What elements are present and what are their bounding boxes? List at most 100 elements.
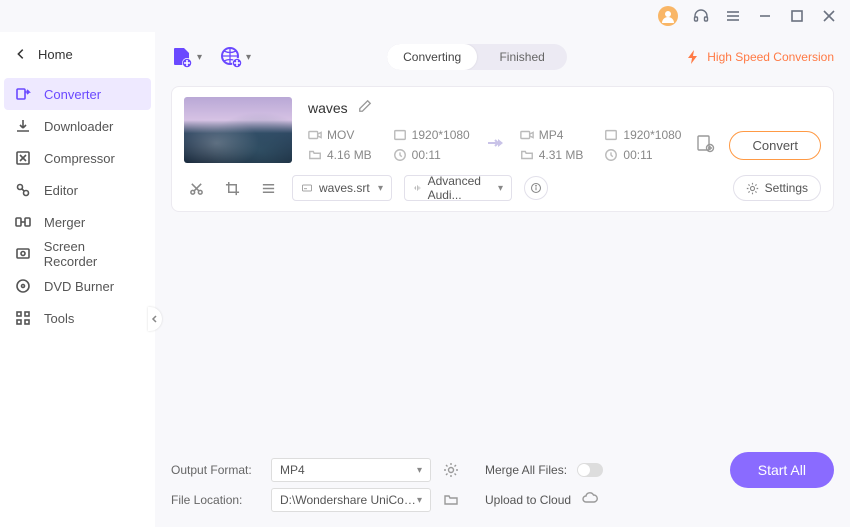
settings-button[interactable]: Settings — [733, 175, 821, 201]
preset-icon[interactable] — [695, 133, 715, 158]
minimize-icon[interactable] — [756, 7, 774, 25]
screen-recorder-icon — [14, 245, 32, 263]
sidebar-item-label: Downloader — [44, 119, 113, 134]
open-folder-icon[interactable] — [441, 492, 461, 508]
file-location-select[interactable]: D:\Wondershare UniConverter 1 ▾ — [271, 488, 431, 512]
downloader-icon — [14, 117, 32, 135]
merge-toggle[interactable] — [577, 463, 603, 477]
output-preset-icon[interactable] — [441, 462, 461, 478]
add-url-button[interactable]: ▾ — [220, 46, 251, 68]
info-icon[interactable] — [524, 176, 548, 200]
tab-switch: Converting Finished — [387, 44, 567, 70]
file-location-label: File Location: — [171, 493, 261, 507]
titlebar — [0, 0, 850, 32]
sidebar-item-dvd-burner[interactable]: DVD Burner — [0, 270, 155, 302]
high-speed-label: High Speed Conversion — [707, 50, 834, 64]
clock-icon — [604, 148, 618, 162]
close-icon[interactable] — [820, 7, 838, 25]
sidebar-item-compressor[interactable]: Compressor — [0, 142, 155, 174]
resolution-icon — [393, 128, 407, 142]
chevron-down-icon: ▾ — [417, 465, 422, 476]
subtitle-value: waves.srt — [319, 181, 370, 195]
dst-resolution: 1920*1080 — [604, 125, 681, 145]
chevron-down-icon: ▾ — [246, 52, 251, 63]
bottom-bar: Output Format: MP4 ▾ Merge All Files: St… — [171, 445, 834, 515]
cloud-icon[interactable] — [581, 490, 599, 511]
sidebar: Home Converter Downloader Compressor Edi… — [0, 32, 155, 527]
upload-cloud-label: Upload to Cloud — [485, 493, 571, 507]
chevron-down-icon: ▾ — [417, 495, 422, 506]
dvd-burner-icon — [14, 277, 32, 295]
video-icon — [520, 128, 534, 142]
audio-dropdown[interactable]: Advanced Audi... ▾ — [404, 175, 512, 201]
hamburger-icon[interactable] — [724, 7, 742, 25]
edit-name-icon[interactable] — [358, 99, 372, 118]
avatar-icon[interactable] — [658, 6, 678, 26]
sidebar-item-tools[interactable]: Tools — [0, 302, 155, 334]
arrow-right-icon — [484, 132, 506, 159]
sidebar-item-label: Editor — [44, 183, 78, 198]
tools-icon — [14, 309, 32, 327]
file-name: waves — [308, 100, 348, 116]
sidebar-item-downloader[interactable]: Downloader — [0, 110, 155, 142]
merge-label: Merge All Files: — [485, 463, 567, 477]
dst-duration: 00:11 — [604, 145, 681, 165]
output-format-label: Output Format: — [171, 463, 261, 477]
add-file-icon — [171, 46, 193, 68]
merger-icon — [14, 213, 32, 231]
dst-size: 4.31 MB — [520, 145, 591, 165]
file-card: waves MOV 1920*1080 MP4 — [171, 86, 834, 212]
sidebar-item-merger[interactable]: Merger — [0, 206, 155, 238]
sidebar-item-editor[interactable]: Editor — [0, 174, 155, 206]
src-resolution: 1920*1080 — [393, 125, 470, 145]
add-url-icon — [220, 46, 242, 68]
tab-finished[interactable]: Finished — [477, 44, 567, 70]
sidebar-home[interactable]: Home — [0, 36, 155, 72]
gear-icon — [746, 182, 759, 195]
chevron-down-icon: ▾ — [197, 52, 202, 63]
resolution-icon — [604, 128, 618, 142]
tab-converting[interactable]: Converting — [387, 44, 477, 70]
effects-icon[interactable] — [256, 176, 280, 200]
audio-icon — [413, 182, 422, 194]
subtitle-dropdown[interactable]: waves.srt ▾ — [292, 175, 392, 201]
trim-icon[interactable] — [184, 176, 208, 200]
high-speed-conversion-button[interactable]: High Speed Conversion — [685, 49, 834, 65]
start-all-button[interactable]: Start All — [730, 452, 834, 488]
src-duration: 00:11 — [393, 145, 470, 165]
sidebar-item-label: DVD Burner — [44, 279, 114, 294]
compressor-icon — [14, 149, 32, 167]
sidebar-item-label: Screen Recorder — [44, 239, 141, 269]
headset-icon[interactable] — [692, 7, 710, 25]
editor-icon — [14, 181, 32, 199]
sidebar-item-label: Compressor — [44, 151, 115, 166]
convert-button[interactable]: Convert — [729, 131, 821, 160]
output-format-select[interactable]: MP4 ▾ — [271, 458, 431, 482]
main-area: ▾ ▾ Converting Finished High Speed Conve… — [155, 32, 850, 527]
chevron-down-icon: ▾ — [498, 183, 503, 194]
src-size: 4.16 MB — [308, 145, 379, 165]
sidebar-item-label: Tools — [44, 311, 74, 326]
toolbar: ▾ ▾ Converting Finished High Speed Conve… — [171, 32, 834, 82]
subtitle-icon — [301, 182, 313, 194]
crop-icon[interactable] — [220, 176, 244, 200]
add-file-button[interactable]: ▾ — [171, 46, 202, 68]
thumbnail[interactable] — [184, 97, 292, 163]
sidebar-item-label: Converter — [44, 87, 101, 102]
sidebar-home-label: Home — [38, 47, 73, 62]
audio-value: Advanced Audi... — [428, 174, 492, 202]
output-format-value: MP4 — [280, 463, 305, 477]
sidebar-item-screen-recorder[interactable]: Screen Recorder — [0, 238, 155, 270]
maximize-icon[interactable] — [788, 7, 806, 25]
lightning-icon — [685, 49, 701, 65]
folder-icon — [520, 148, 534, 162]
dst-format: MP4 — [520, 125, 591, 145]
chevron-down-icon: ▾ — [378, 183, 383, 194]
converter-icon — [14, 85, 32, 103]
file-location-value: D:\Wondershare UniConverter 1 — [280, 493, 417, 507]
src-format: MOV — [308, 125, 379, 145]
video-icon — [308, 128, 322, 142]
sidebar-item-converter[interactable]: Converter — [4, 78, 151, 110]
sidebar-item-label: Merger — [44, 215, 85, 230]
clock-icon — [393, 148, 407, 162]
